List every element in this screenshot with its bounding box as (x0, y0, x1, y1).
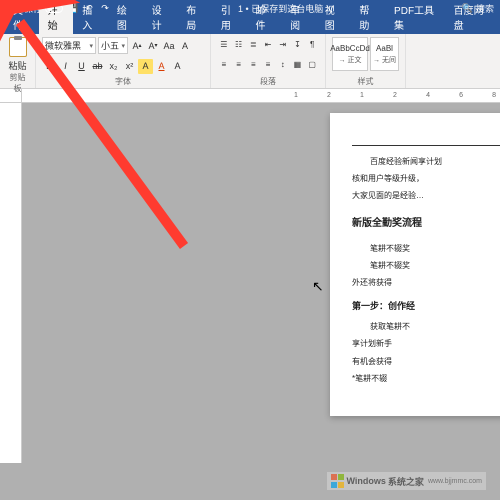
paragraph-group-label: 段落 (217, 76, 319, 87)
body-text: 大家见面的是经验… (352, 188, 500, 203)
heading: 第一步：创作经 (352, 298, 500, 315)
paragraph-group: ☰ ☷ ≣ ⇤ ⇥ ↧ ¶ ≡ ≡ ≡ ≡ ↕ ▦ ▢ 段落 (211, 34, 326, 88)
paste-button[interactable]: 粘贴 (6, 37, 29, 72)
style-normal[interactable]: AaBbCcDd → 正文 (332, 37, 368, 71)
tab-file[interactable]: 文件 (4, 0, 39, 34)
grow-font-button[interactable]: A▴ (130, 39, 144, 53)
paste-icon (9, 37, 27, 57)
watermark-brand: Windows (347, 476, 386, 486)
sort-button[interactable]: ↧ (291, 37, 305, 51)
watermark: Windows 系统之家 www.bjjmmc.com (327, 472, 487, 490)
ribbon-tabs: 文件 开始 插入 绘图 设计 布局 引用 邮件 审阅 视图 帮助 PDF工具集 … (0, 16, 500, 34)
search-box[interactable]: 🔍 搜索 (462, 2, 494, 15)
heading: 新版全勤奖流程 (352, 214, 500, 233)
increase-indent-button[interactable]: ⇥ (276, 37, 290, 51)
search-icon: 🔍 (462, 3, 473, 14)
change-case-button[interactable]: Aa (162, 39, 176, 53)
underline-button[interactable]: U (74, 59, 89, 74)
shrink-font-button[interactable]: A▾ (146, 39, 160, 53)
body-text: 获取笔耕不 (370, 319, 500, 334)
subscript-button[interactable]: x₂ (106, 59, 121, 74)
editor-workspace: 百度经验新闻享计划 核和用户等级升级， 大家见面的是经验… 新版全勤奖流程 笔耕… (0, 103, 500, 463)
mouse-cursor-icon: ↖ (312, 278, 324, 295)
style-preview: AaBl (376, 44, 393, 53)
multilevel-list-button[interactable]: ≣ (246, 37, 260, 51)
superscript-button[interactable]: x² (122, 59, 137, 74)
align-center-button[interactable]: ≡ (232, 58, 246, 72)
toggle-switch-icon (45, 4, 63, 13)
numbering-button[interactable]: ☷ (232, 37, 246, 51)
body-text: 外还将获得 (352, 275, 500, 290)
align-right-button[interactable]: ≡ (246, 58, 260, 72)
borders-button[interactable]: ▢ (305, 58, 319, 72)
chevron-down-icon: ▾ (89, 42, 93, 50)
style-label: → 正文 (339, 55, 362, 65)
search-placeholder: 搜索 (476, 2, 494, 15)
body-text: *笔耕不辍 (352, 371, 500, 386)
watermark-site: 系统之家 (388, 475, 424, 488)
style-nospacing[interactable]: AaBl → 无间 (370, 37, 399, 71)
styles-group-label: 样式 (332, 76, 399, 87)
tab-insert[interactable]: 插入 (73, 0, 108, 34)
font-group-label: 字体 (42, 76, 204, 87)
font-group: 微软雅黑 ▾ 小五 ▾ A▴ A▾ Aa A B I U ab x₂ x² A … (36, 34, 211, 88)
body-text: 百度经验新闻享计划 (370, 154, 500, 169)
document-canvas[interactable]: 百度经验新闻享计划 核和用户等级升级， 大家见面的是经验… 新版全勤奖流程 笔耕… (22, 103, 500, 463)
style-label: → 无间 (373, 55, 396, 65)
document-title[interactable]: 1 • 已保存到这台电脑 ∨ (111, 2, 462, 15)
watermark-url: www.bjjmmc.com (428, 478, 482, 485)
document-page[interactable]: 百度经验新闻享计划 核和用户等级升级， 大家见面的是经验… 新版全勤奖流程 笔耕… (330, 113, 500, 416)
clipboard-group: 粘贴 剪贴板 (0, 34, 36, 88)
strikethrough-button[interactable]: ab (90, 59, 105, 74)
body-text: 笔耕不辍奖 (370, 241, 500, 256)
text-effects-button[interactable]: A (170, 59, 185, 74)
style-preview: AaBbCcDd (330, 44, 370, 53)
justify-button[interactable]: ≡ (261, 58, 275, 72)
font-size-value: 小五 (101, 39, 119, 52)
horizontal-ruler[interactable]: 1 2 1 2 4 6 8 (0, 89, 500, 103)
chevron-down-icon: ▾ (121, 42, 125, 50)
italic-button[interactable]: I (58, 59, 73, 74)
highlight-button[interactable]: A (138, 59, 153, 74)
shading-button[interactable]: ▦ (291, 58, 305, 72)
bullets-button[interactable]: ☰ (217, 37, 231, 51)
vertical-ruler[interactable] (0, 103, 22, 463)
body-text: 核和用户等级升级， (352, 171, 500, 186)
show-marks-button[interactable]: ¶ (305, 37, 319, 51)
font-name-value: 微软雅黑 (45, 39, 81, 52)
font-color-button[interactable]: A (154, 59, 169, 74)
body-text: 笔耕不辍奖 (370, 258, 500, 273)
windows-logo-icon (331, 474, 345, 488)
clear-formatting-button[interactable]: A (178, 39, 192, 53)
paste-label: 粘贴 (8, 59, 26, 72)
font-size-dropdown[interactable]: 小五 ▾ (98, 37, 128, 54)
bold-button[interactable]: B (42, 59, 57, 74)
align-left-button[interactable]: ≡ (217, 58, 231, 72)
body-text: 有机会获得 (352, 354, 500, 369)
decrease-indent-button[interactable]: ⇤ (261, 37, 275, 51)
font-name-dropdown[interactable]: 微软雅黑 ▾ (42, 37, 96, 54)
ribbon: 粘贴 剪贴板 微软雅黑 ▾ 小五 ▾ A▴ A▾ Aa A B I U ab x… (0, 34, 500, 89)
line-spacing-button[interactable]: ↕ (276, 58, 290, 72)
body-text: 享计划新手 (352, 336, 500, 351)
styles-group: AaBbCcDd → 正文 AaBl → 无间 样式 (326, 34, 406, 88)
